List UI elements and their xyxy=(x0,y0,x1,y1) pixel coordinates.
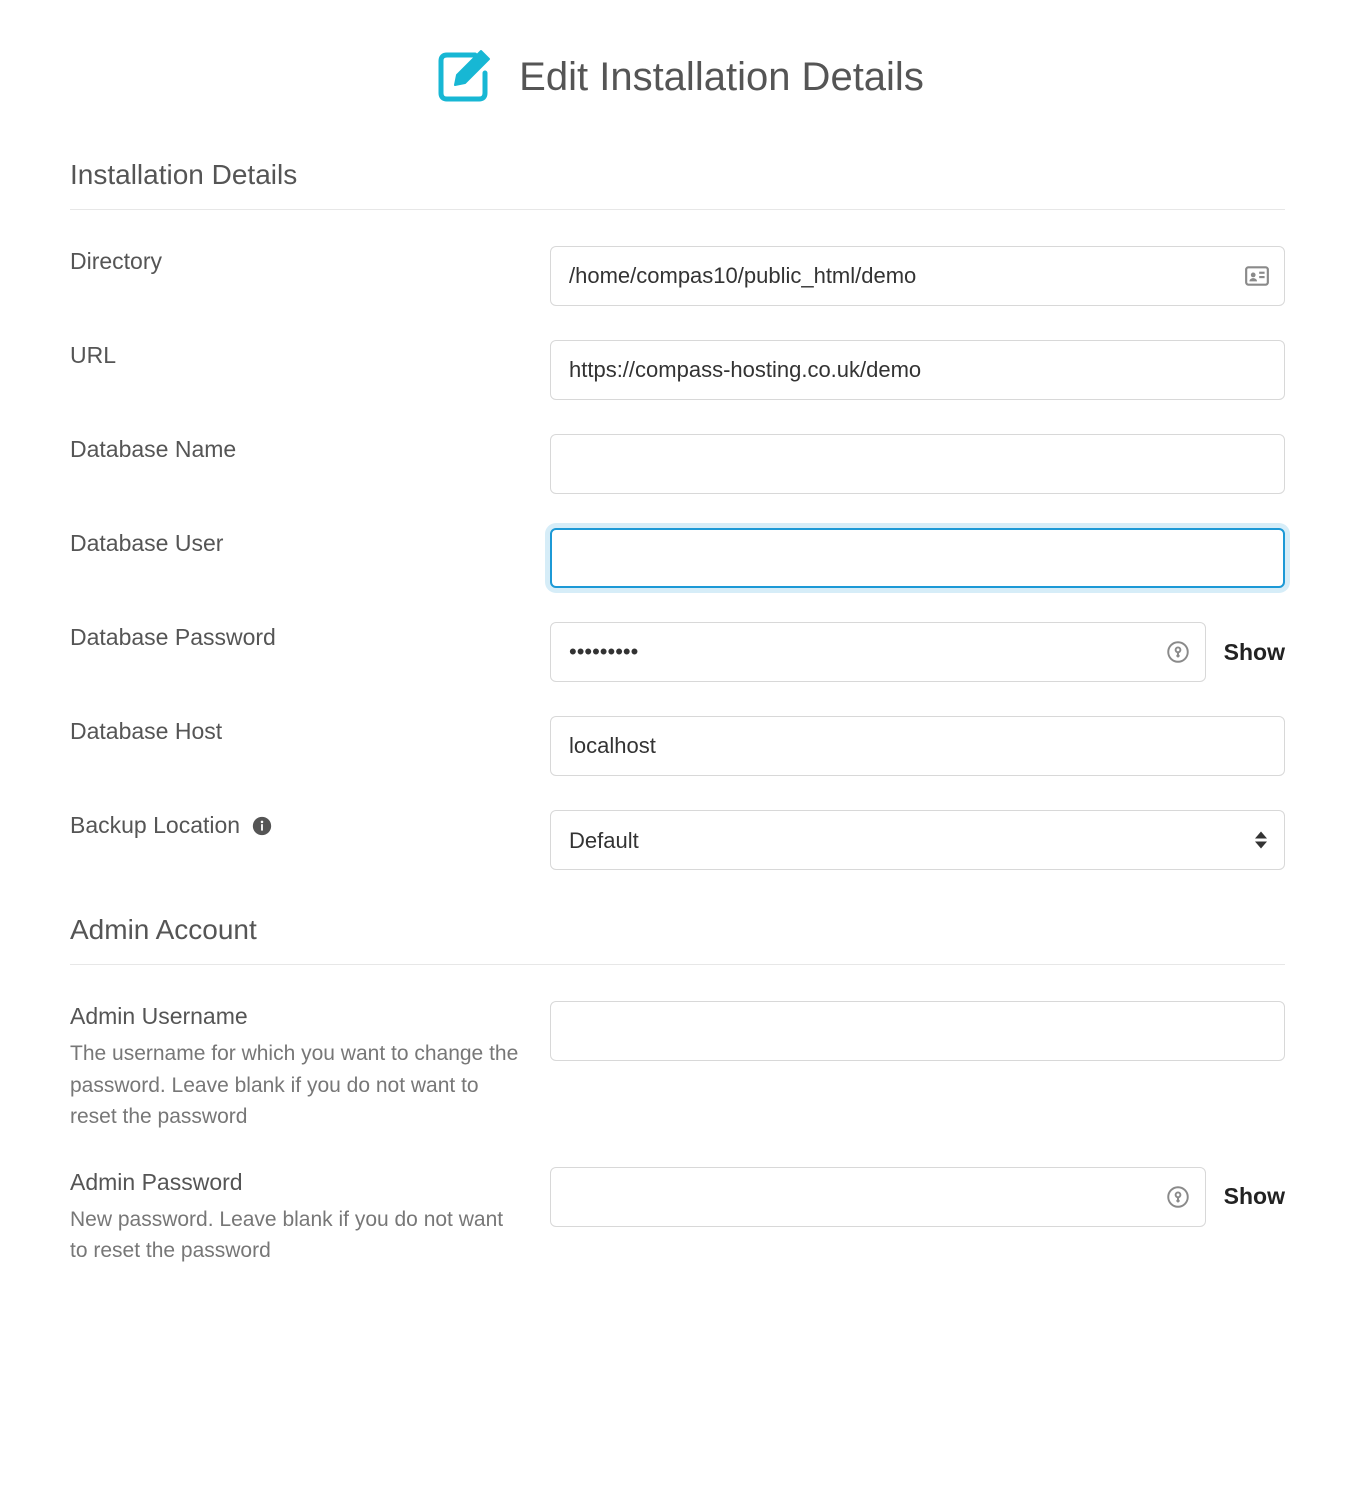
directory-input[interactable] xyxy=(550,246,1285,306)
db-password-input[interactable] xyxy=(550,622,1206,682)
db-name-input[interactable] xyxy=(550,434,1285,494)
help-admin-username: The username for which you want to chang… xyxy=(70,1038,526,1133)
contact-card-icon xyxy=(1243,262,1271,290)
page-title: Edit Installation Details xyxy=(519,55,924,100)
row-url: URL xyxy=(70,340,1285,400)
label-db-host: Database Host xyxy=(70,716,526,747)
admin-username-input[interactable] xyxy=(550,1001,1285,1061)
page-header: Edit Installation Details xyxy=(70,45,1285,109)
key-icon xyxy=(1164,1183,1192,1211)
label-url: URL xyxy=(70,340,526,371)
section-divider xyxy=(70,209,1285,210)
db-host-input[interactable] xyxy=(550,716,1285,776)
url-input[interactable] xyxy=(550,340,1285,400)
db-user-input[interactable] xyxy=(550,528,1285,588)
section-heading-installation: Installation Details xyxy=(70,159,1285,191)
admin-password-input[interactable] xyxy=(550,1167,1206,1227)
row-db-host: Database Host xyxy=(70,716,1285,776)
row-db-password: Database Password Show xyxy=(70,622,1285,682)
db-password-show-toggle[interactable]: Show xyxy=(1224,639,1285,666)
backup-location-select[interactable]: Default xyxy=(550,810,1285,870)
label-db-password: Database Password xyxy=(70,622,526,653)
help-admin-password: New password. Leave blank if you do not … xyxy=(70,1204,526,1267)
row-db-name: Database Name xyxy=(70,434,1285,494)
key-icon xyxy=(1164,638,1192,666)
section-divider xyxy=(70,964,1285,965)
edit-icon xyxy=(431,45,495,109)
row-admin-password: Admin Password New password. Leave blank… xyxy=(70,1167,1285,1267)
row-backup-location: Backup Location Default xyxy=(70,810,1285,870)
row-db-user: Database User xyxy=(70,528,1285,588)
section-heading-admin: Admin Account xyxy=(70,914,1285,946)
label-db-user: Database User xyxy=(70,528,526,559)
row-directory: Directory xyxy=(70,246,1285,306)
label-backup-location: Backup Location xyxy=(70,810,240,841)
admin-password-show-toggle[interactable]: Show xyxy=(1224,1183,1285,1210)
label-directory: Directory xyxy=(70,246,526,277)
label-admin-password: Admin Password xyxy=(70,1167,526,1198)
label-db-name: Database Name xyxy=(70,434,526,465)
row-admin-username: Admin Username The username for which yo… xyxy=(70,1001,1285,1133)
label-admin-username: Admin Username xyxy=(70,1001,526,1032)
info-icon[interactable] xyxy=(250,814,274,838)
